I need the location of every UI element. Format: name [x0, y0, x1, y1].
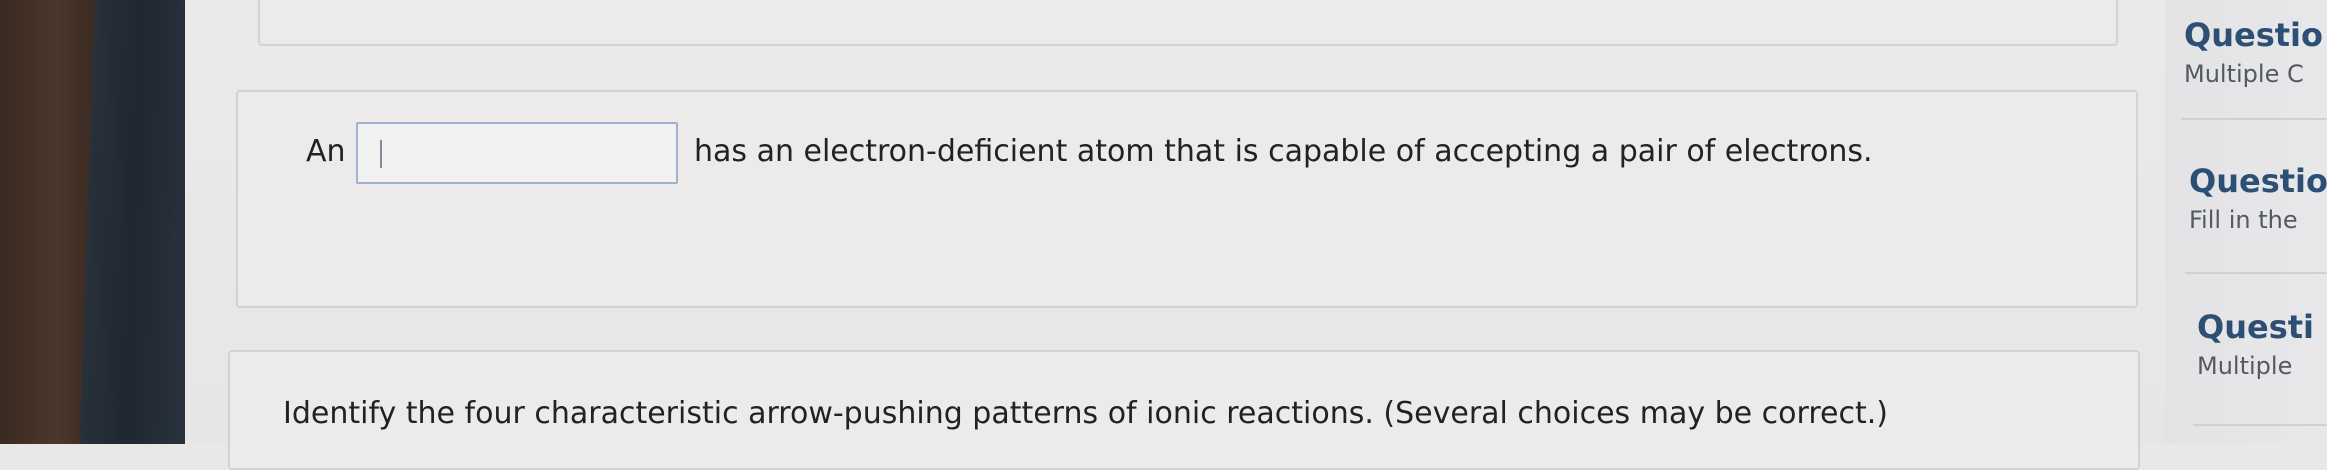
sidebar-divider — [2185, 272, 2327, 274]
sidebar-item-subtitle: Fill in the — [2189, 206, 2298, 234]
question-navigation-sidebar: Questio Multiple C Questio Fill in the Q… — [2165, 0, 2327, 444]
previous-question-card — [258, 0, 2118, 46]
question-1-suffix: has an electron-deficient atom that is c… — [694, 134, 1873, 169]
sidebar-item-title: Questi — [2197, 308, 2314, 346]
sidebar-item-question-2[interactable]: Questio Fill in the — [2189, 162, 2327, 234]
sidebar-item-subtitle: Multiple — [2197, 352, 2293, 380]
sidebar-item-question-3[interactable]: Questi Multiple — [2197, 308, 2314, 380]
sidebar-divider — [2193, 424, 2327, 426]
sidebar-item-title: Questio — [2184, 16, 2323, 54]
sidebar-divider — [2181, 118, 2327, 120]
sidebar-item-question-1[interactable]: Questio Multiple C — [2184, 16, 2323, 88]
question-2-text: Identify the four characteristic arrow-p… — [283, 396, 1888, 431]
fill-in-blank-input[interactable] — [356, 122, 678, 184]
text-caret — [380, 140, 382, 168]
question-1-prefix: An — [306, 134, 346, 169]
sidebar-item-title: Questio — [2189, 162, 2327, 200]
sidebar-item-subtitle: Multiple C — [2184, 60, 2304, 88]
